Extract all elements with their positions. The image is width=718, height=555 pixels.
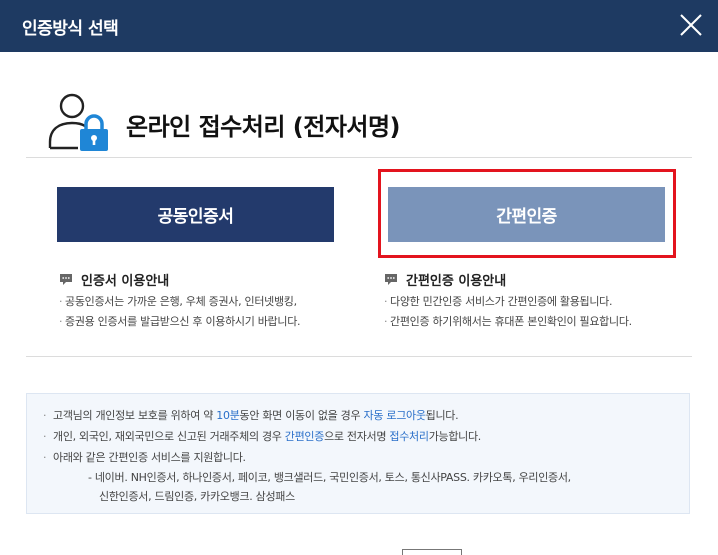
notice-text: 가능합니다.	[428, 430, 482, 443]
notice-highlight: 자동 로그아웃	[363, 409, 426, 422]
simple-auth-info-line: 다양한 민간인증 서비스가 간편인증에 활용됩니다.	[384, 292, 704, 312]
divider	[26, 356, 692, 357]
simple-auth-info-line: 간편인증 하기위해서는 휴대폰 본인확인이 필요합니다.	[384, 312, 704, 332]
notice-text: 됩니다.	[425, 409, 459, 422]
divider	[26, 157, 692, 158]
notice-line: 아래와 같은 간편인증 서비스를 지원합니다.	[43, 447, 689, 468]
certificate-info-heading: 인증서 이용안내	[59, 270, 379, 289]
notice-highlight: 10분	[216, 409, 240, 422]
certificate-info-line: 증권용 인증서를 발급받으신 후 이용하시기 바랍니다.	[59, 312, 379, 332]
notice-line: 고객님의 개인정보 보호를 위하여 약 10분동안 화면 이동이 없을 경우 자…	[43, 405, 689, 426]
close-icon[interactable]	[678, 12, 704, 38]
page-title: 온라인 접수처리 (전자서명)	[126, 113, 401, 141]
joint-certificate-button[interactable]: 공동인증서	[57, 187, 334, 242]
simple-auth-info-heading: 간편인증 이용안내	[384, 270, 704, 289]
notice-text: 개인, 외국인, 재외국민으로 신고된 거래주체의 경우	[53, 430, 285, 443]
notice-services-line: 신한인증서, 드림인증, 카카오뱅크. 삼성패스	[99, 490, 295, 503]
notice-box: 고객님의 개인정보 보호를 위하여 약 10분동안 화면 이동이 없을 경우 자…	[26, 393, 690, 514]
notice-line: 개인, 외국인, 재외국민으로 신고된 거래주체의 경우 간편인증으로 전자서명…	[43, 426, 689, 447]
certificate-info: 인증서 이용안내 공동인증서는 가까운 은행, 우체 증권사, 인터넷뱅킹, 증…	[59, 270, 379, 332]
notice-text: 고객님의 개인정보 보호를 위하여 약	[53, 409, 217, 422]
notice-text: 으로 전자서명	[324, 430, 390, 443]
page-heading: 온라인 접수처리 (전자서명)	[0, 52, 718, 158]
notice-highlight: 접수처리	[389, 430, 429, 443]
dialog-titlebar: 인증방식 선택	[0, 0, 718, 52]
simple-auth-button[interactable]: 간편인증	[388, 187, 665, 242]
certificate-info-line: 공동인증서는 가까운 은행, 우체 증권사, 인터넷뱅킹,	[59, 292, 379, 312]
certificate-info-title: 인증서 이용안내	[81, 273, 170, 289]
speech-bubble-icon	[385, 273, 397, 285]
dialog-title: 인증방식 선택	[22, 19, 119, 39]
simple-auth-info-title: 간편인증 이용안내	[406, 273, 507, 289]
bottom-button-edge[interactable]	[402, 549, 462, 555]
user-lock-icon	[44, 92, 110, 158]
notice-text: 동안 화면 이동이 없을 경우	[239, 409, 364, 422]
speech-bubble-icon	[60, 273, 72, 285]
simple-auth-info: 간편인증 이용안내 다양한 민간인증 서비스가 간편인증에 활용됩니다. 간편인…	[384, 270, 704, 332]
notice-highlight: 간편인증	[284, 430, 325, 443]
notice-services-line: - 네이버. NH인증서, 하나인증서, 페이코, 뱅크샐러드, 국민인증서, …	[88, 471, 571, 484]
